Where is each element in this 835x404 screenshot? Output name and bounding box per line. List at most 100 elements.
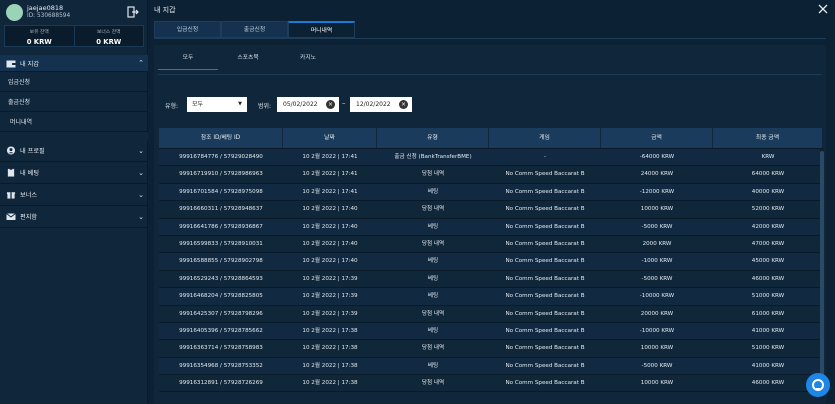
chevron-down-icon: ⌄ [138,212,144,221]
table-cell: 당첨 내역 [421,310,445,317]
clear-icon[interactable]: × [326,100,335,109]
sidebar-item-my-profile[interactable]: 내 프로필 ⌄ [0,140,148,162]
bonus-value: 0 KRW [96,38,122,46]
type-select[interactable]: 모두 ▼ [187,97,247,112]
table-cell: -5000 KRW [641,275,673,282]
tab-all[interactable]: 모두 [158,51,218,70]
user-circle-icon [6,146,16,155]
table-cell: 24000 KRW [640,171,674,178]
divider [0,132,148,140]
table-row[interactable]: 99916719910 / 57928986963 10 2월 2022 | 17… [159,166,823,184]
table-cell: 99916405396 / 57928785662 [179,327,263,334]
sidebar-item-my-wallet[interactable]: 내 지갑 ⌃ [0,55,148,72]
sidebar-item-deposit[interactable]: 입금신청 [0,72,148,92]
table-cell: 10 2월 2022 | 17:38 [302,380,358,387]
table-body[interactable]: 99916784776 / 57929028490 10 2월 2022 | 17… [159,149,823,404]
table-cell: -10000 KRW [639,327,675,334]
sidebar-item-label: 편지함 [20,214,38,221]
table-cell: 51000 KRW [751,293,785,300]
date-to-value: 12/02/2022 [356,101,391,108]
table-cell: No Comm Speed Baccarat B [505,380,585,387]
table-row[interactable]: 99916363714 / 57928758983 10 2월 2022 | 17… [159,340,823,358]
table-cell: 61000 KRW [751,310,785,317]
sidebar-item-bonus[interactable]: 보너스 ⌄ [0,184,148,206]
table-cell: 51000 KRW [751,345,785,352]
table-cell: 당첨 내역 [421,171,445,178]
logout-icon[interactable] [127,6,139,18]
table-cell: 41000 KRW [751,362,785,369]
table-row[interactable]: 99916354968 / 57928753352 10 2월 2022 | 17… [159,357,823,376]
table-cell: 당첨 내역 [421,240,445,247]
table-scrollbar-thumb[interactable] [820,151,824,381]
date-to-field[interactable]: 12/02/2022 × [350,97,412,112]
table-cell: 10 2월 2022 | 17:40 [302,258,358,265]
table-row[interactable]: 99916588855 / 57928902798 10 2월 2022 | 17… [159,253,823,271]
table-cell: -1000 KRW [641,258,673,265]
sidebar-item-withdraw[interactable]: 출금신청 [0,92,148,112]
tab-deposit[interactable]: 입금신청 [154,21,221,38]
table-cell: -10000 KRW [639,293,675,300]
sidebar-item-label: 내 지갑 [20,60,40,68]
column-header: 최종 금액 [713,128,823,148]
close-icon[interactable] [818,4,828,14]
table-cell: 47000 KRW [751,240,785,247]
table-row[interactable]: 99916529243 / 57928864593 10 2월 2022 | 17… [159,270,823,289]
table-cell: 52000 KRW [751,206,785,213]
sidebar-item-money-history[interactable]: 머니내역 [0,112,148,132]
main-balance: 보유 잔액 0 KRW [5,26,74,46]
tab-casino[interactable]: 카지노 [278,51,338,70]
table-cell: 10000 KRW [640,345,674,352]
table-cell: No Comm Speed Baccarat B [505,188,585,195]
table-cell: 64000 KRW [751,171,785,178]
table-row[interactable]: 99916425307 / 57928798296 10 2월 2022 | 17… [159,305,823,323]
table-cell: 베팅 [427,258,439,265]
table-cell: 99916529243 / 57928864593 [179,275,263,282]
table-row[interactable]: 99916599833 / 57928910031 10 2월 2022 | 17… [159,235,823,254]
table-cell: KRW [761,154,775,160]
chat-button[interactable] [806,373,830,397]
chat-icon [812,379,824,391]
avatar[interactable] [6,4,23,21]
table-row[interactable]: 99916641786 / 57928936867 10 2월 2022 | 17… [159,218,823,236]
table-row[interactable]: 99916312891 / 57928726269 10 2월 2022 | 17… [159,375,823,393]
tab-money-history[interactable]: 머니내역 [288,21,355,38]
clear-icon[interactable]: × [399,100,408,109]
date-from-value: 05/02/2022 [283,101,318,108]
table-cell: 10 2월 2022 | 17:40 [302,223,358,230]
sidebar-item-my-betting[interactable]: 내 베팅 ⌄ [0,162,148,184]
table-cell: 45000 KRW [751,258,785,265]
tab-sports[interactable]: 스포츠북 [218,51,278,70]
chevron-down-icon: ⌄ [138,190,144,199]
date-from-field[interactable]: 05/02/2022 × [277,97,339,112]
table-cell: 99916425307 / 57928798296 [179,310,263,317]
column-header: 참조 ID/베팅 ID [159,128,283,148]
table-row[interactable]: 99916701584 / 57928975098 10 2월 2022 | 17… [159,183,823,202]
table-row[interactable]: 99916468204 / 57928825805 10 2월 2022 | 17… [159,288,823,306]
table-cell: 10 2월 2022 | 17:38 [302,345,358,352]
table-cell: 99916312891 / 57928726269 [179,380,263,387]
bonus-label: 보너스 잔액 [96,30,121,35]
table-row[interactable]: 99916784776 / 57929028490 10 2월 2022 | 17… [159,149,823,167]
table-cell: -12000 KRW [639,188,675,195]
column-header: 금액 [601,128,713,148]
caret-down-icon: ▼ [238,101,242,107]
tab-withdraw[interactable]: 출금신청 [221,21,288,38]
balance-box: 보유 잔액 0 KRW 보너스 잔액 0 KRW [4,25,144,47]
username: jaejae0818 [27,4,64,12]
table-cell: 10 2월 2022 | 17:39 [302,293,358,300]
balance-value: 0 KRW [26,38,52,46]
table-cell: 10 2월 2022 | 17:39 [302,310,358,317]
range-label: 범위: [258,103,272,110]
table-row[interactable]: 99916405396 / 57928785662 10 2월 2022 | 17… [159,322,823,341]
column-header: 유형 [377,128,489,148]
table-cell: 10 2월 2022 | 17:38 [302,362,358,369]
table-row[interactable]: 99916660311 / 57928948637 10 2월 2022 | 17… [159,201,823,219]
sidebar-item-label: 내 베팅 [20,170,40,177]
table-cell: 99916354968 / 57928753352 [179,362,263,369]
table-cell: 2000 KRW [642,240,672,247]
gift-icon [6,192,16,199]
table-cell: -64000 KRW [639,154,675,160]
chevron-down-icon: ⌄ [138,168,144,177]
sidebar-item-inbox[interactable]: 편지함 ⌄ [0,206,148,228]
sidebar: jaejae0818 ID: 530688594 보유 잔액 0 KRW 보너스… [0,0,148,404]
